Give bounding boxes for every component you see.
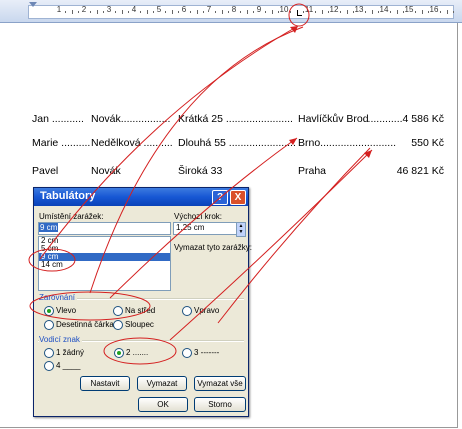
tab-position-input[interactable]: 9 cm bbox=[38, 222, 171, 235]
step-spinner[interactable]: ▲ ▼ bbox=[236, 222, 246, 237]
default-step-label: Výchozí krok: bbox=[174, 212, 223, 221]
doc-cell: Dlouhá 55 ....................... bbox=[178, 137, 296, 149]
doc-cell: Jan ........... bbox=[32, 113, 84, 125]
alignment-group-label: Zarovnání bbox=[39, 293, 78, 302]
dialog-title: Tabulátory bbox=[40, 190, 96, 202]
tabs-dialog: Tabulátory ? X Umístění zarážek: 9 cm 2 … bbox=[33, 187, 252, 417]
doc-cell: Praha bbox=[298, 165, 327, 177]
align-center-radio[interactable] bbox=[113, 306, 123, 316]
align-decimal-label[interactable]: Desetinná čárka bbox=[56, 320, 114, 329]
leader-dashes-radio[interactable] bbox=[182, 348, 192, 358]
leader-group-label: Vodicí znak bbox=[39, 335, 82, 344]
tab-stop-item[interactable]: 2 cm bbox=[39, 237, 170, 245]
doc-cell: Brno.......................... bbox=[298, 137, 397, 149]
leader-none-label[interactable]: 1 žádný bbox=[56, 348, 84, 357]
set-button[interactable]: Nastavit bbox=[80, 376, 130, 391]
doc-cell: Novák................. bbox=[91, 113, 171, 125]
doc-cell: Pavel bbox=[32, 165, 59, 177]
doc-cell: 550 Kč bbox=[411, 137, 444, 149]
document-body[interactable]: Jan ........... Novák................. Krá… bbox=[0, 0, 462, 200]
doc-cell: ............4 586 Kč bbox=[367, 113, 444, 125]
align-bar-radio[interactable] bbox=[113, 320, 123, 330]
close-button[interactable]: X bbox=[230, 190, 246, 205]
doc-cell: 46 821 Kč bbox=[396, 165, 444, 177]
cancel-button[interactable]: Storno bbox=[194, 397, 246, 412]
tab-position-label: Umístění zarážek: bbox=[39, 212, 104, 221]
align-right-radio[interactable] bbox=[182, 306, 192, 316]
help-button[interactable]: ? bbox=[212, 190, 228, 205]
leader-line-radio[interactable] bbox=[44, 361, 54, 371]
align-left-radio[interactable] bbox=[44, 306, 54, 316]
leader-line-label[interactable]: 4 ____ bbox=[56, 361, 80, 370]
leader-none-radio[interactable] bbox=[44, 348, 54, 358]
tab-stop-item[interactable]: 14 cm bbox=[39, 261, 170, 269]
doc-cell: Havlíčkův Brod bbox=[298, 113, 369, 125]
leader-dots-label[interactable]: 2 ....... bbox=[126, 348, 148, 357]
align-left-label[interactable]: Vlevo bbox=[56, 306, 76, 315]
tab-position-value: 9 cm bbox=[39, 223, 59, 232]
clear-label: Vymazat tyto zarážky: bbox=[174, 243, 252, 252]
clear-button[interactable]: Vymazat bbox=[137, 376, 187, 391]
doc-cell: Nedělková .......... bbox=[91, 137, 173, 149]
leader-dashes-label[interactable]: 3 ------- bbox=[194, 348, 219, 357]
doc-cell: Krátká 25 ....................... bbox=[178, 113, 293, 125]
leader-dots-radio[interactable] bbox=[114, 348, 124, 358]
clear-all-button[interactable]: Vymazat vše bbox=[194, 376, 246, 391]
default-step-input[interactable]: 1,25 cm bbox=[173, 222, 237, 235]
tab-stop-item[interactable]: 5 cm bbox=[39, 245, 170, 253]
align-center-label[interactable]: Na střed bbox=[125, 306, 155, 315]
doc-cell: Novák bbox=[91, 165, 121, 177]
tab-stop-list[interactable]: 2 cm 5 cm 9 cm 14 cm bbox=[38, 236, 171, 291]
ok-button[interactable]: OK bbox=[138, 397, 188, 412]
dialog-titlebar[interactable]: Tabulátory ? X bbox=[34, 188, 248, 206]
doc-cell: Marie .......... bbox=[32, 137, 91, 149]
doc-cell: Široká 33 bbox=[178, 165, 223, 177]
align-bar-label[interactable]: Sloupec bbox=[125, 320, 154, 329]
align-right-label[interactable]: Vpravo bbox=[194, 306, 219, 315]
align-decimal-radio[interactable] bbox=[44, 320, 54, 330]
